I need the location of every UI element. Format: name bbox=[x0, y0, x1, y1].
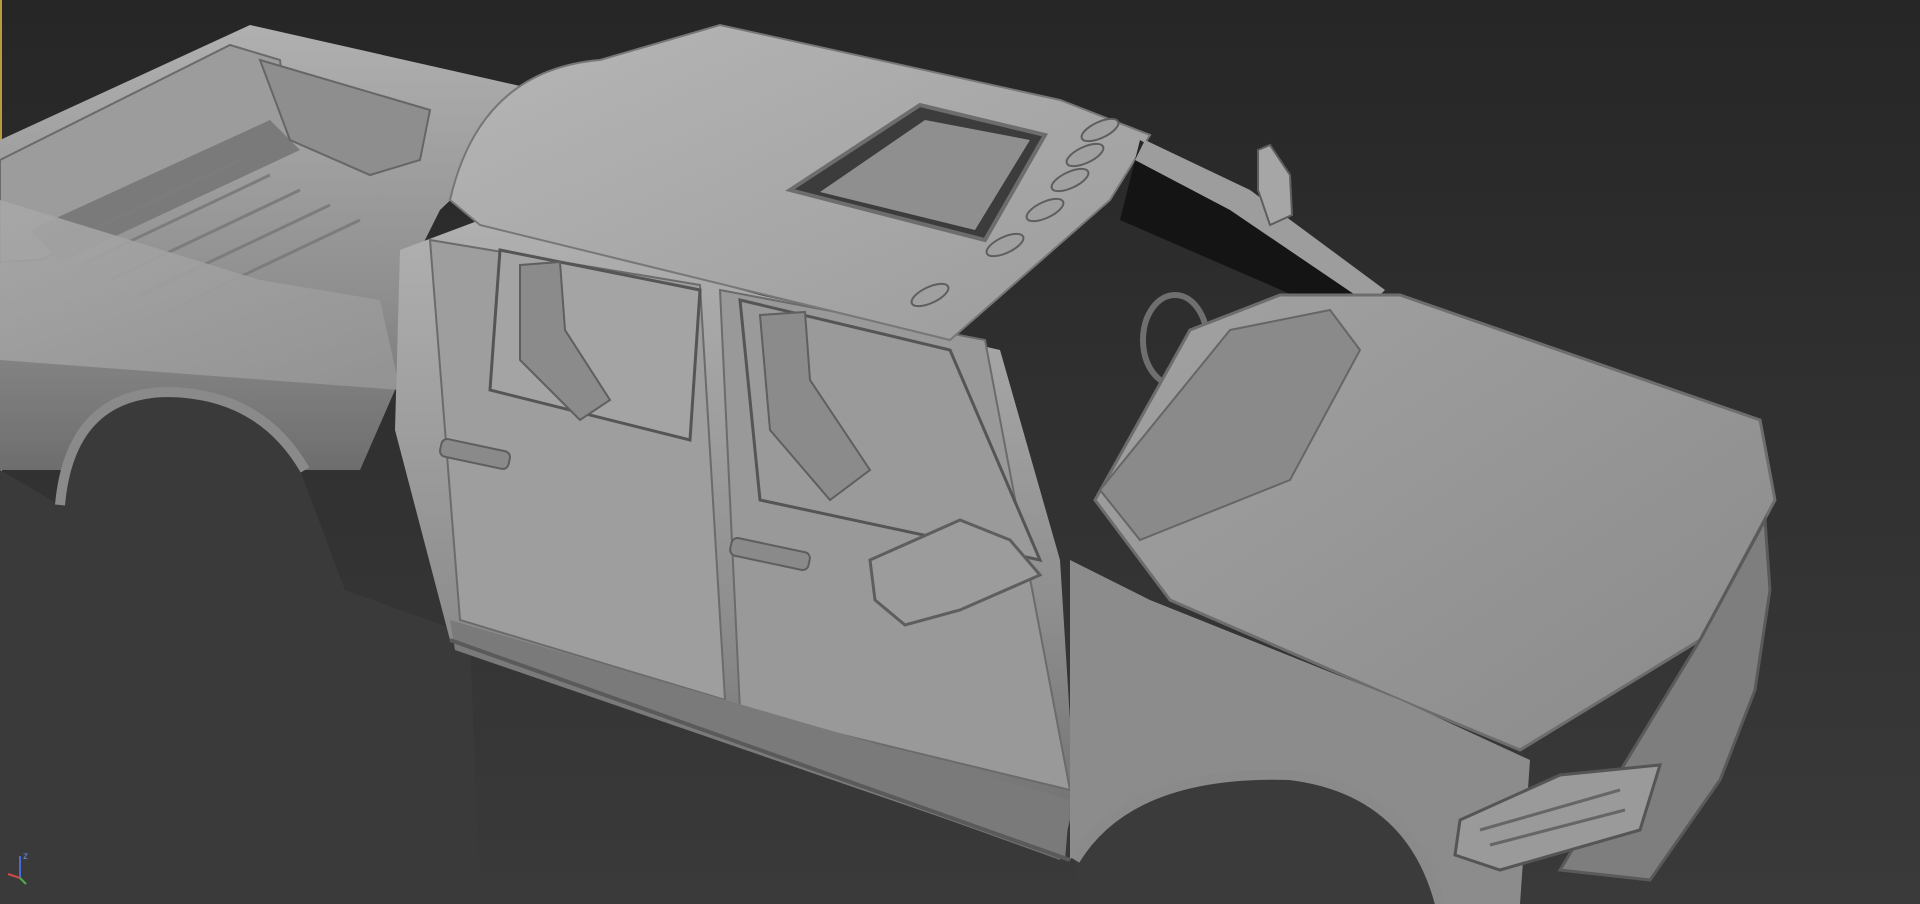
y-axis bbox=[19, 877, 27, 885]
perspective-viewport[interactable]: z bbox=[0, 0, 1920, 904]
axis-gizmo: z bbox=[7, 851, 28, 885]
truck-model[interactable] bbox=[0, 0, 1920, 904]
z-axis-label: z bbox=[23, 851, 28, 862]
x-axis bbox=[7, 873, 21, 879]
